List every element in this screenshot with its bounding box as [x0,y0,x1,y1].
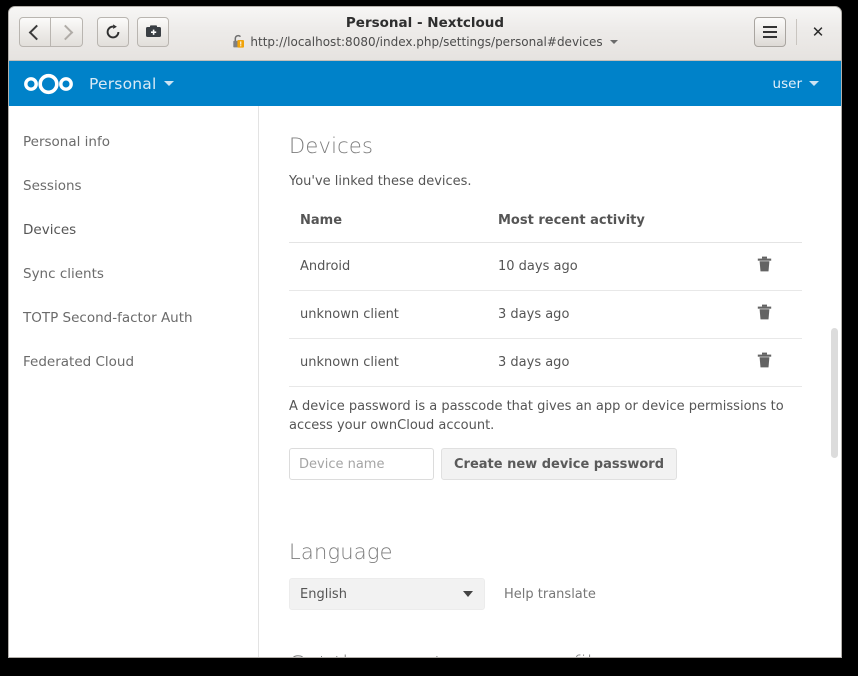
app-name-menu[interactable]: Personal [89,75,174,93]
trash-icon [757,256,772,273]
table-row: Android 10 days ago [289,243,802,291]
reload-icon [105,24,121,40]
devices-heading: Devices [289,134,841,158]
url-dropdown-caret-icon[interactable] [610,40,618,44]
new-tab-button[interactable] [137,17,169,47]
chevron-right-icon [57,24,73,40]
sidebar-item-federated-cloud[interactable]: Federated Cloud [9,340,258,384]
settings-sidebar: Personal info Sessions Devices Sync clie… [9,106,259,658]
window-title: Personal - Nextcloud [9,13,841,33]
sidebar-item-label: Sync clients [23,266,104,282]
hamburger-line [763,36,777,38]
table-row: unknown client 3 days ago [289,291,802,339]
sidebar-item-totp-second-factor-auth[interactable]: TOTP Second-factor Auth [9,296,258,340]
browser-window: Personal - Nextcloud http://localhost:80… [8,6,842,658]
create-device-password-button[interactable]: Create new device password [441,448,677,480]
app-name-label: Personal [89,75,157,93]
close-window-button[interactable]: ✕ [805,19,831,45]
language-row: English Help translate [289,578,841,610]
sidebar-item-devices[interactable]: Devices [9,208,258,252]
device-activity: 3 days ago [487,339,727,387]
add-tab-icon [145,24,162,40]
device-name: Android [289,243,487,291]
trash-icon [757,304,772,321]
devices-table: Name Most recent activity Android 10 day… [289,213,802,387]
language-heading: Language [289,540,841,564]
url-text: http://localhost:8080/index.php/settings… [250,35,602,49]
page-body: Personal info Sessions Devices Sync clie… [9,106,841,658]
sidebar-item-sessions[interactable]: Sessions [9,164,258,208]
back-button[interactable] [19,17,51,47]
language-selected-value: English [300,587,347,602]
scrollbar-thumb[interactable] [831,328,838,458]
language-select[interactable]: English [289,578,485,610]
column-header-delete [727,213,802,243]
device-name: unknown client [289,339,487,387]
sidebar-item-label: Devices [23,222,76,238]
chevron-down-icon [809,81,819,86]
reload-button[interactable] [97,17,129,47]
device-activity: 3 days ago [487,291,727,339]
title-bar: Personal - Nextcloud http://localhost:80… [9,7,841,61]
navigation-button-group [19,17,83,47]
nextcloud-logo[interactable] [23,72,75,96]
trash-icon [757,352,772,369]
create-device-password-form: Create new device password [289,448,841,480]
sidebar-item-personal-info[interactable]: Personal info [9,120,258,164]
chevron-down-icon [463,591,473,597]
apps-section-heading: Get the apps to sync your files [289,652,841,658]
hamburger-line [763,26,777,28]
insecure-lock-icon [232,34,245,49]
chevron-left-icon [29,24,45,40]
sidebar-item-label: Sessions [23,178,82,194]
user-name-label: user [773,76,802,92]
help-translate-link[interactable]: Help translate [504,587,596,602]
delete-device-button[interactable] [727,243,802,291]
delete-device-button[interactable] [727,339,802,387]
device-password-description: A device password is a passcode that giv… [289,397,789,435]
sidebar-item-label: Personal info [23,134,110,150]
title-block: Personal - Nextcloud http://localhost:80… [9,13,841,53]
column-header-name: Name [289,213,487,243]
device-activity: 10 days ago [487,243,727,291]
table-header-row: Name Most recent activity [289,213,802,243]
app-header: Personal user [9,61,841,106]
device-name: unknown client [289,291,487,339]
page-scrollbar[interactable] [827,106,841,658]
sidebar-item-label: TOTP Second-factor Auth [23,310,193,326]
delete-device-button[interactable] [727,291,802,339]
devices-subtitle: You've linked these devices. [289,174,841,189]
sidebar-item-sync-clients[interactable]: Sync clients [9,252,258,296]
table-row: unknown client 3 days ago [289,339,802,387]
browser-menu-button[interactable] [754,17,786,47]
chevron-down-icon [164,81,174,86]
user-menu[interactable]: user [773,61,819,106]
toolbar-separator [796,19,797,45]
hamburger-line [763,31,777,33]
settings-content: Devices You've linked these devices. Nam… [259,106,841,658]
url-bar[interactable]: http://localhost:8080/index.php/settings… [232,34,617,49]
column-header-activity: Most recent activity [487,213,727,243]
forward-button[interactable] [51,17,83,47]
sidebar-item-label: Federated Cloud [23,354,134,370]
device-name-input[interactable] [289,448,434,480]
